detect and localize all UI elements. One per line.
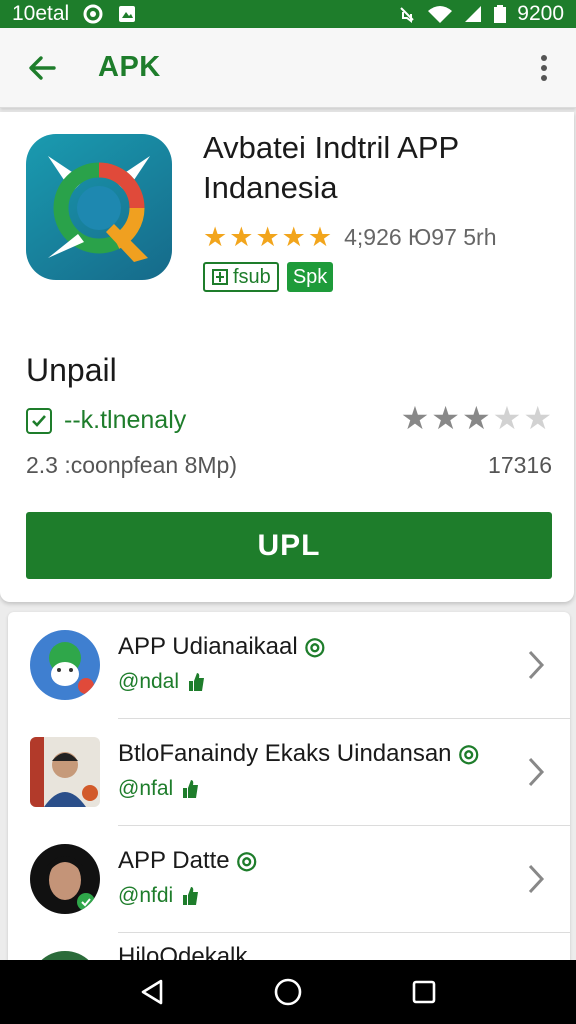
list-item-title: APP Udianaikaal ◎	[118, 633, 326, 660]
star-icon: ★	[281, 222, 306, 252]
list-item-title: APP Datte ◎	[118, 847, 258, 874]
badges: fsub Spk	[203, 262, 334, 292]
system-nav-bar	[0, 960, 576, 1024]
app-detail-card: Avbatei Indtril APP Indanesia ★ ★ ★ ★ ★ 4;92…	[0, 112, 574, 602]
star-icon: ★	[203, 222, 228, 252]
list-item[interactable]: BtloFanaindy Ekaks Uindansan ◎ @nfal	[8, 719, 570, 826]
notification-app-icon	[83, 4, 103, 24]
status-bar: 10etal 9200	[0, 0, 576, 28]
nav-home-icon[interactable]	[273, 977, 303, 1007]
check-icon	[32, 414, 46, 427]
thumb-up-icon	[189, 673, 205, 691]
badge-fill: Spk	[286, 262, 334, 292]
star-icon: ★	[307, 222, 333, 252]
avatar	[30, 844, 100, 914]
back-arrow-icon	[29, 55, 56, 80]
badge-outline: fsub	[203, 262, 279, 292]
checkbox[interactable]	[26, 407, 52, 434]
verified-icon: ◎	[236, 847, 258, 874]
signal-icon	[465, 6, 482, 22]
count-text: 17316	[488, 452, 552, 478]
app-title: Avbatei Indtril APP Indanesia	[203, 130, 459, 205]
list-item-sub: @nfdi	[118, 884, 199, 908]
avatar	[30, 737, 100, 807]
notification-image-icon	[119, 6, 136, 22]
star-icon: ★	[400, 400, 430, 436]
star-icon: ★	[255, 222, 280, 252]
battery-icon	[494, 5, 507, 23]
size-text: 2.3 :coonpfean 8Mp)	[26, 452, 237, 478]
check-row[interactable]: --k.tlnenaly	[26, 406, 186, 435]
star-icon: ★	[492, 400, 522, 436]
rating-row: ★ ★ ★ ★ ★ 4;926 Ю97 5rh	[203, 222, 497, 252]
nav-back-icon[interactable]	[137, 977, 167, 1007]
verified-icon: ◎	[458, 740, 480, 767]
overflow-menu-button[interactable]	[524, 40, 564, 96]
nav-recents-icon[interactable]	[409, 977, 439, 1007]
rating-stars: ★ ★ ★ ★ ★	[203, 222, 332, 252]
app-bar: APK	[0, 28, 576, 108]
app-logo-icon	[26, 134, 172, 280]
user-rating-stars[interactable]: ★ ★ ★ ★ ★	[401, 400, 552, 436]
star-icon: ★	[523, 400, 552, 436]
star-icon: ★	[461, 400, 491, 436]
chevron-right-icon	[528, 650, 545, 680]
mute-icon	[400, 7, 414, 23]
list-item[interactable]: APP Datte ◎ @nfdi	[8, 826, 570, 933]
section-title: Unpail	[26, 352, 117, 388]
rating-count: 4;926 Ю97 5rh	[344, 223, 497, 250]
overflow-menu-icon	[541, 54, 547, 81]
status-time: 9200	[517, 2, 564, 25]
star-icon: ★	[229, 222, 254, 252]
star-icon: ★	[431, 400, 460, 436]
thumb-up-icon	[183, 887, 199, 905]
list-item[interactable]: APP Udianaikaal ◎ @ndal	[8, 612, 570, 719]
list-item-sub: @ndal	[118, 670, 205, 694]
tag-icon	[212, 269, 228, 285]
chevron-right-icon	[528, 864, 545, 894]
list-item-title: BtloFanaindy Ekaks Uindansan ◎	[118, 740, 480, 767]
chevron-right-icon	[528, 757, 545, 787]
wifi-icon	[428, 6, 453, 23]
install-button[interactable]: UPL	[26, 512, 552, 579]
thumb-up-icon	[183, 780, 199, 798]
back-button[interactable]	[14, 40, 70, 96]
related-list: APP Udianaikaal ◎ @ndal BtloFanaindy Eka…	[8, 612, 570, 972]
status-left-text: 10etal	[12, 2, 70, 25]
badge-outline-label: fsub	[233, 266, 271, 288]
check-label: --k.tlnenaly	[64, 406, 187, 434]
app-bar-title: APK	[98, 51, 161, 83]
list-item-sub: @nfal	[118, 777, 199, 801]
avatar	[30, 630, 100, 700]
verified-icon: ◎	[304, 633, 326, 660]
